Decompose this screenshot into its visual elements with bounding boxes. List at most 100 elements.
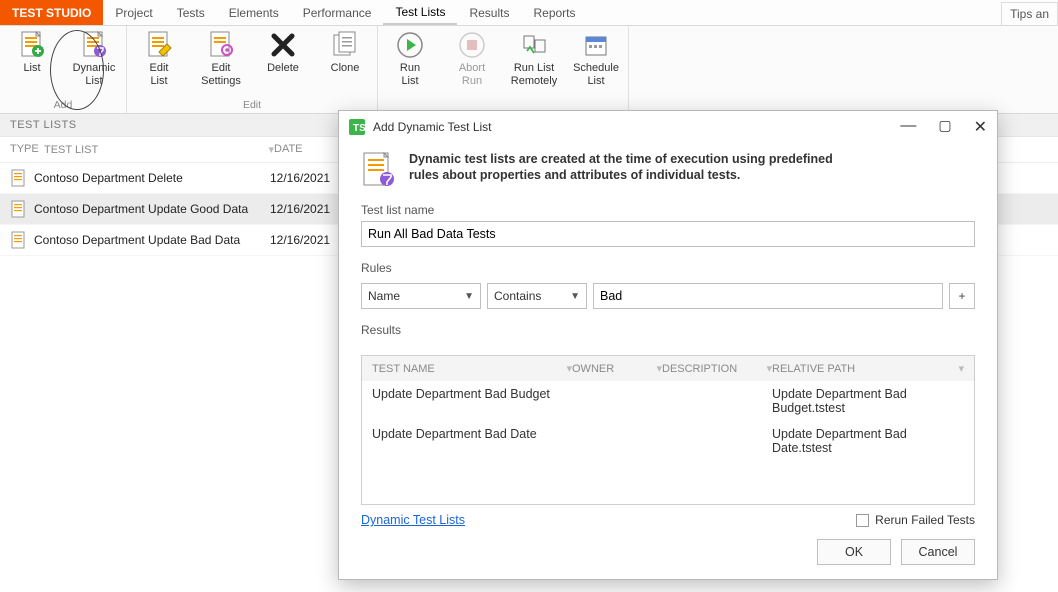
col-label: RELATIVE PATH [772,363,855,375]
ribbon-group-run: RunList AbortRun Run ListRemotely Schedu… [378,26,629,113]
edit-list-button[interactable]: EditList [135,30,183,88]
list-type-icon [4,169,34,187]
run-list-remotely-button[interactable]: Run ListRemotely [510,30,558,88]
col-type[interactable]: TYPE [10,143,44,156]
rib-label: List [23,62,40,75]
col-owner[interactable]: OWNER▾ [572,362,662,375]
minimize-icon[interactable]: — [900,117,916,137]
menu-elements[interactable]: Elements [217,0,291,25]
maximize-icon[interactable]: ▢ [938,117,951,137]
rib-label: DynamicList [73,62,116,88]
delete-button[interactable]: Delete [259,30,307,88]
intro-line: rules about properties and attributes of… [409,167,833,183]
dialog-titlebar: TS Add Dynamic Test List — ▢ ✕ [339,111,997,143]
edit-list-icon [144,30,174,60]
menu-results[interactable]: Results [457,0,521,25]
dynamic-test-lists-link[interactable]: Dynamic Test Lists [361,513,465,527]
play-icon [395,30,425,60]
results-label: Results [361,323,975,337]
app-icon: TS [349,119,365,135]
schedule-icon [581,30,611,60]
rerun-failed-label: Rerun Failed Tests [875,513,975,527]
menu-performance[interactable]: Performance [291,0,384,25]
rib-label: Run ListRemotely [511,62,557,88]
cell-test-name: Update Department Bad Budget [372,387,572,415]
rib-label: ScheduleList [573,62,619,88]
list-button[interactable]: List [8,30,56,88]
dynamic-list-button[interactable]: DynamicList [70,30,118,88]
list-type-icon [4,231,34,249]
rib-label: RunList [400,62,420,88]
chevron-down-icon: ▼ [464,291,474,302]
delete-icon [268,30,298,60]
dynamic-list-icon [79,30,109,60]
results-grid: TEST NAME▾ OWNER▾ DESCRIPTION▾ RELATIVE … [361,355,975,505]
list-icon [17,30,47,60]
cell-owner [572,387,662,415]
close-icon[interactable]: ✕ [974,117,987,137]
tips-button[interactable]: Tips an [1001,2,1058,25]
filter-icon[interactable]: ▾ [958,362,964,375]
test-list-name-label: Test list name [361,203,975,217]
abort-run-button: AbortRun [448,30,496,88]
menu-tests[interactable]: Tests [165,0,217,25]
col-test-name[interactable]: TEST NAME▾ [372,362,572,375]
cancel-button[interactable]: Cancel [901,539,975,565]
rule-field-select[interactable]: Name ▼ [361,283,481,309]
rule-op-select[interactable]: Contains ▼ [487,283,587,309]
edit-settings-button[interactable]: EditSettings [197,30,245,88]
cell-test-name: Update Department Bad Date [372,427,572,455]
schedule-list-button[interactable]: ScheduleList [572,30,620,88]
col-relative-path[interactable]: RELATIVE PATH ▾ [772,362,964,375]
col-test-list[interactable]: TEST LIST ▾ [44,143,274,156]
rib-label: EditList [150,62,169,88]
test-list-name: Contoso Department Delete [34,171,270,185]
col-label: OWNER [572,363,614,375]
add-dynamic-test-list-dialog: TS Add Dynamic Test List — ▢ ✕ Dynamic t… [338,110,998,580]
dialog-title: Add Dynamic Test List [373,120,492,134]
chevron-down-icon: ▼ [570,291,580,302]
menubar: TEST STUDIO Project Tests Elements Perfo… [0,0,1058,26]
menu-test-lists[interactable]: Test Lists [383,0,457,25]
col-label: TEST NAME [372,363,435,375]
cell-description [662,427,772,455]
results-row[interactable]: Update Department Bad Budget Update Depa… [362,381,974,421]
clone-icon [330,30,360,60]
list-type-icon [4,200,34,218]
cell-owner [572,427,662,455]
add-rule-button[interactable]: + [949,283,975,309]
select-value: Contains [494,289,541,303]
ok-button[interactable]: OK [817,539,891,565]
svg-text:TS: TS [353,123,365,134]
rule-value-input[interactable] [593,283,943,309]
dynamic-list-large-icon [361,151,395,189]
rerun-failed-checkbox[interactable] [856,514,869,527]
col-description[interactable]: DESCRIPTION▾ [662,362,772,375]
results-row[interactable]: Update Department Bad Date Update Depart… [362,421,974,461]
edit-settings-icon [206,30,236,60]
brand: TEST STUDIO [0,0,103,25]
dialog-intro-text: Dynamic test lists are created at the ti… [409,151,833,183]
col-label: TEST LIST [44,144,98,156]
test-list-name: Contoso Department Update Bad Data [34,233,270,247]
menu-project[interactable]: Project [103,0,164,25]
rib-label: EditSettings [201,62,241,88]
rib-label: Clone [331,62,360,75]
test-list-name-input[interactable] [361,221,975,247]
run-list-button[interactable]: RunList [386,30,434,88]
cell-description [662,387,772,415]
col-label: DESCRIPTION [662,363,737,375]
rib-group-label: Edit [135,99,369,113]
ribbon-group-edit: EditList EditSettings Delete Clone [127,26,378,113]
rib-label: AbortRun [459,62,485,88]
menu-reports[interactable]: Reports [521,0,587,25]
select-value: Name [368,289,400,303]
cell-relative-path: Update Department Bad Budget.tstest [772,387,964,415]
rib-label: Delete [267,62,299,75]
run-remotely-icon [519,30,549,60]
stop-icon [457,30,487,60]
cell-relative-path: Update Department Bad Date.tstest [772,427,964,455]
results-header: TEST NAME▾ OWNER▾ DESCRIPTION▾ RELATIVE … [362,356,974,381]
clone-button[interactable]: Clone [321,30,369,88]
ribbon: List DynamicList Add EditList [0,26,1058,114]
